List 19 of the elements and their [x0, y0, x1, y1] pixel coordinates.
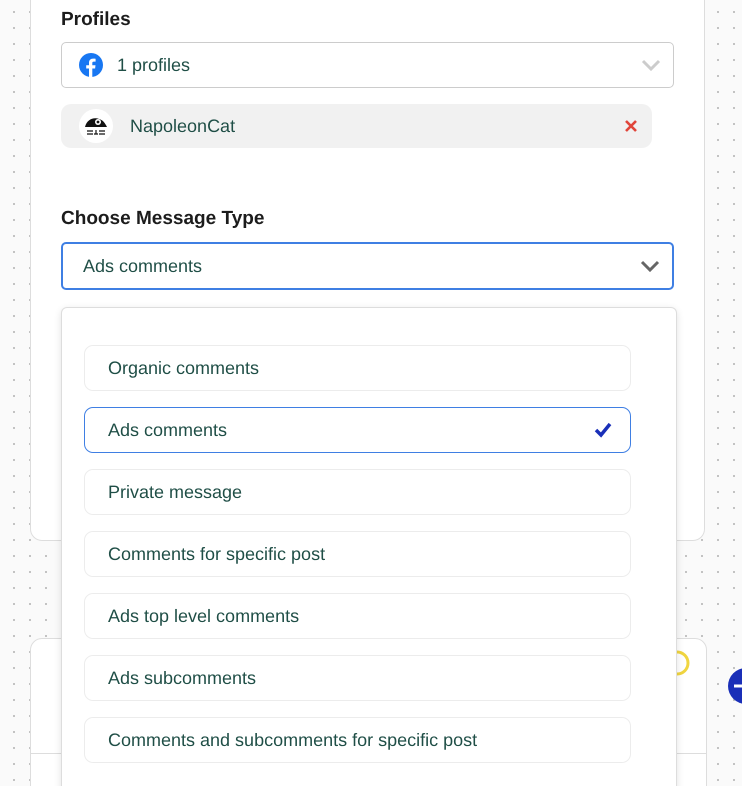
dropdown-option[interactable]: Ads comments [84, 407, 631, 453]
dropdown-option[interactable]: Comments and subcomments for specific post [84, 717, 631, 763]
dropdown-option[interactable]: Ads subcomments [84, 655, 631, 701]
dropdown-option[interactable]: Comments for specific post [84, 531, 631, 577]
facebook-icon [79, 53, 103, 77]
check-icon [594, 422, 612, 438]
chevron-down-icon [641, 59, 661, 71]
message-type-select[interactable]: Ads comments [61, 242, 674, 290]
remove-icon[interactable] [624, 119, 638, 133]
ring-icon [677, 650, 691, 676]
profiles-select[interactable]: 1 profiles [61, 42, 674, 88]
dropdown-option[interactable]: Organic comments [84, 345, 631, 391]
dropdown-option[interactable]: Ads top level comments [84, 593, 631, 639]
profile-chip: NapoleonCat [61, 104, 652, 148]
dropdown-option[interactable]: Private message [84, 469, 631, 515]
section-heading: Choose Message Type [61, 208, 266, 230]
avatar-icon [79, 109, 113, 143]
section-heading: Profiles [61, 9, 132, 31]
chevron-down-icon [640, 260, 660, 272]
